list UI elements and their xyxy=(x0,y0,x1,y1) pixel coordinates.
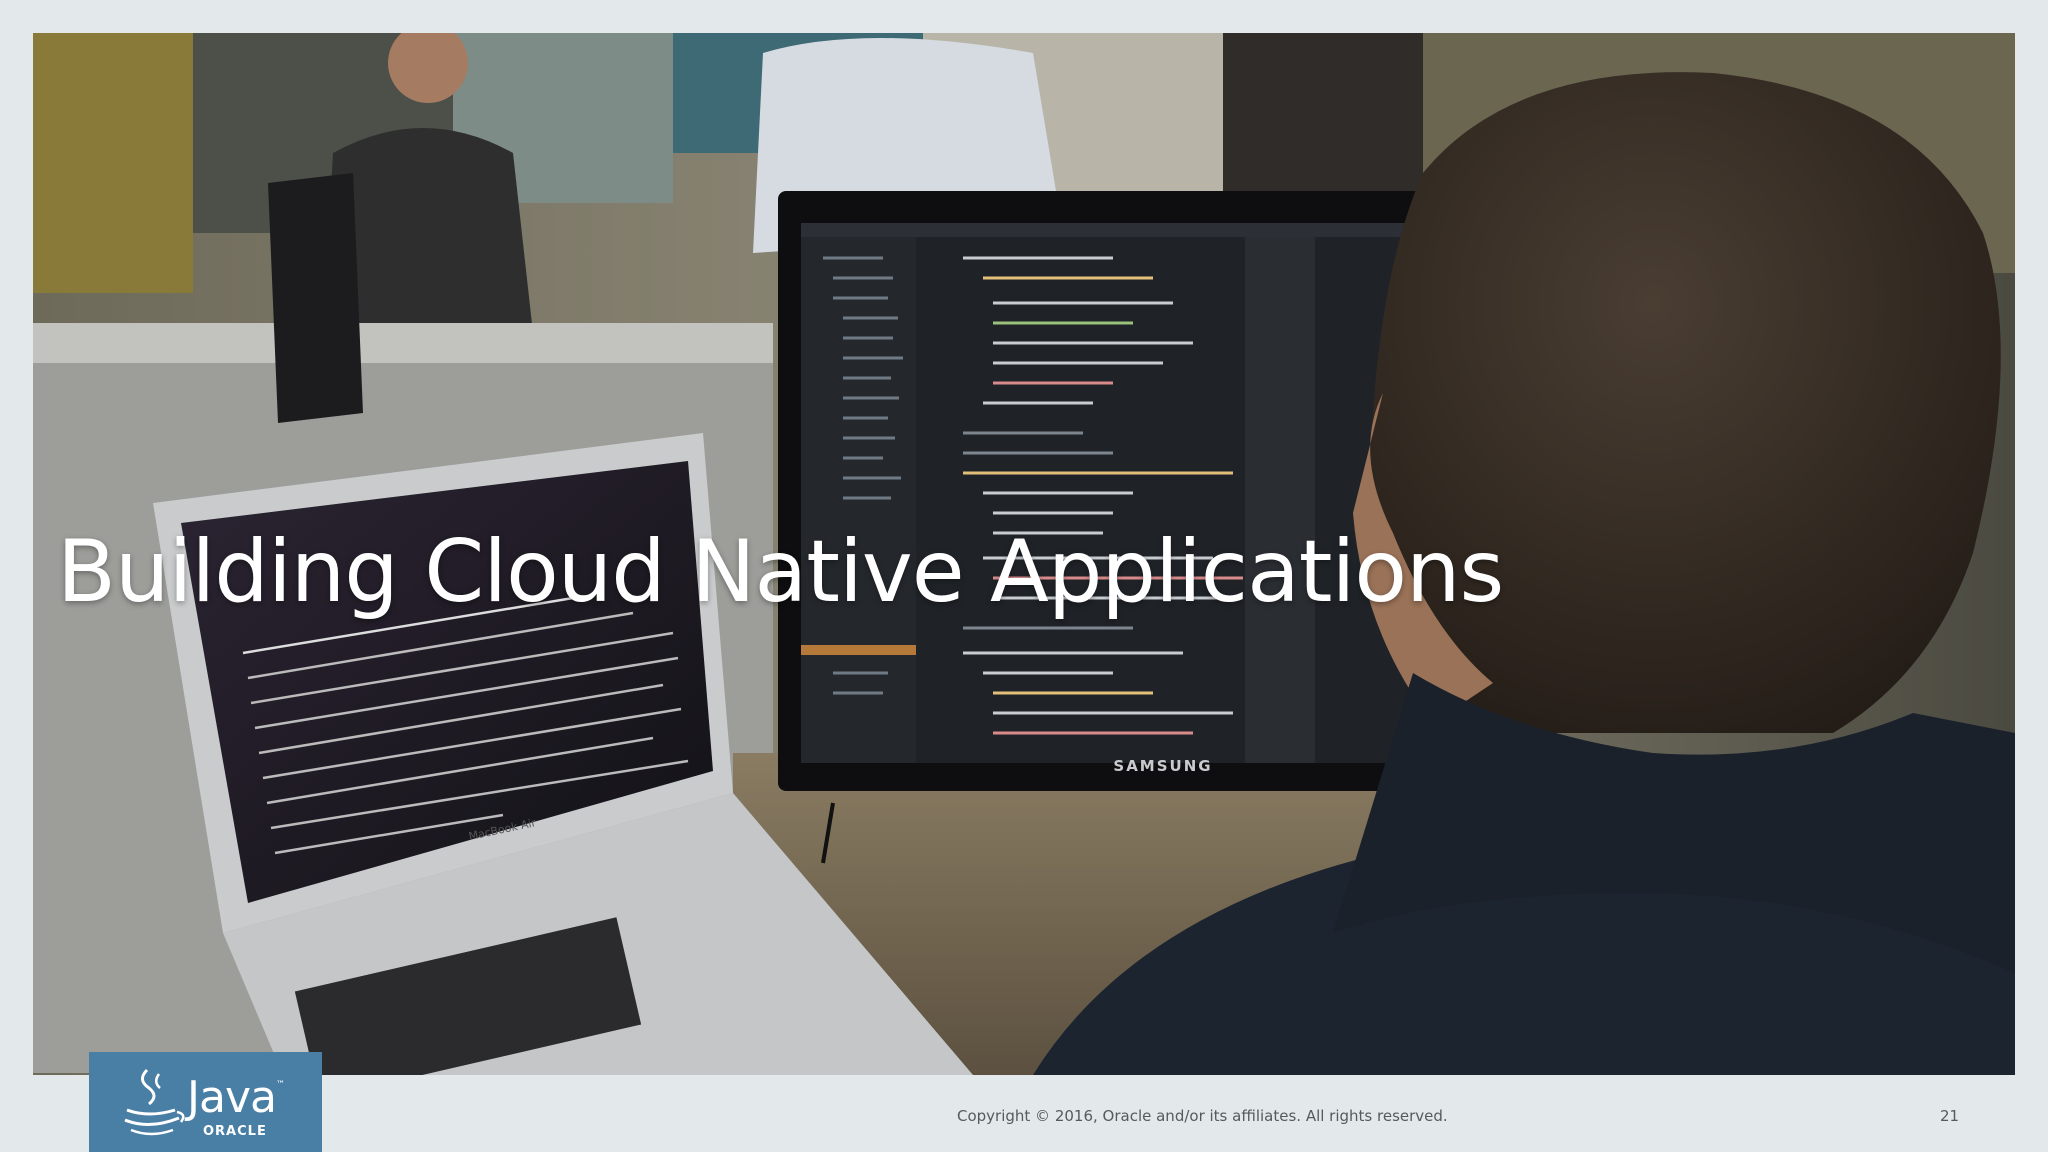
page-number: 21 xyxy=(1940,1107,1960,1125)
oracle-wordmark: ORACLE xyxy=(203,1124,267,1139)
slide: SAMSUNG MacBook Air Building Cloud Nativ… xyxy=(0,0,2048,1152)
java-oracle-logo: Java ™ ORACLE xyxy=(89,1052,322,1152)
java-wordmark: Java xyxy=(187,1072,277,1123)
copyright-notice: Copyright © 2016, Oracle and/or its affi… xyxy=(957,1107,1448,1125)
slide-title: Building Cloud Native Applications xyxy=(57,522,1504,622)
monitor-brand-label: SAMSUNG xyxy=(1113,757,1212,775)
trademark-symbol: ™ xyxy=(276,1080,285,1090)
